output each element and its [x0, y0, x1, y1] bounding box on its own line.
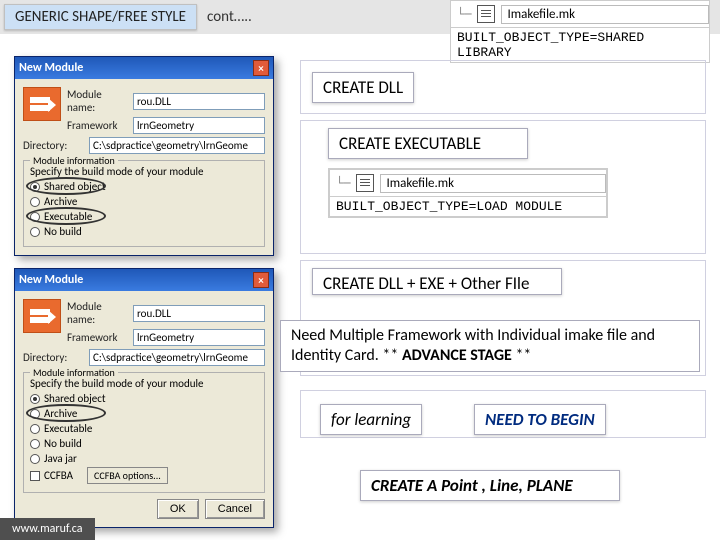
- close-icon[interactable]: ×: [253, 272, 269, 288]
- dialog1-fw-row: Framework lrnGeometry: [67, 117, 265, 134]
- dialog1-name-row: Module name: rou.DLL: [67, 88, 265, 114]
- directory-label: Directory:: [23, 139, 85, 152]
- create-dll-box: CREATE DLL: [312, 72, 414, 103]
- framework-input[interactable]: lrnGeometry: [133, 117, 265, 134]
- dialog2-title: New Module: [19, 273, 83, 287]
- radio-icon: [30, 227, 40, 237]
- dialog1-body: Module name: rou.DLL Framework lrnGeomet…: [15, 79, 273, 255]
- page-title-box: GENERIC SHAPE/FREE STYLE: [4, 4, 197, 30]
- highlight-circle-icon: [26, 207, 106, 225]
- for-learning-box: for learning: [320, 404, 422, 435]
- dialog1-dir-row: Directory: C:\sdpractice\geometry\lrnGeo…: [23, 137, 265, 154]
- advance-stage-note: Need Multiple Framework with Individual …: [280, 320, 700, 372]
- create-executable-box: CREATE EXECUTABLE: [328, 128, 528, 159]
- dialog2-fw-row: Framework lrnGeometry: [67, 329, 265, 346]
- tree-row: └─ Imakefile.mk: [329, 169, 607, 197]
- dialog2-titlebar: New Module ×: [15, 269, 273, 291]
- directory-label: Directory:: [23, 351, 85, 364]
- ok-button[interactable]: OK: [157, 499, 199, 519]
- imakefile-name: Imakefile.mk: [501, 5, 709, 24]
- radio-icon: [30, 197, 40, 207]
- dialog2-module-info: Module information Specify the build mod…: [23, 372, 265, 493]
- radio-icon: [30, 424, 40, 434]
- radio-icon: [30, 394, 40, 404]
- built-object-type-line: BUILT_OBJECT_TYPE=SHARED LIBRARY: [450, 28, 710, 63]
- module-info-title: Module information: [30, 366, 118, 379]
- cancel-button[interactable]: Cancel: [205, 499, 265, 519]
- need-to-begin-box: NEED TO BEGIN: [474, 404, 606, 435]
- footer-url: www.maruf.ca: [0, 518, 95, 540]
- radio-label: No build: [44, 225, 82, 238]
- radio-shared-object[interactable]: Shared object: [30, 180, 258, 193]
- radio-no-build[interactable]: No build: [30, 437, 258, 450]
- close-icon[interactable]: ×: [253, 60, 269, 76]
- imakefile-name: Imakefile.mk: [380, 174, 606, 193]
- radio-icon: [30, 439, 40, 449]
- directory-input[interactable]: C:\sdpractice\geometry\lrnGeome: [89, 137, 265, 154]
- built-object-type-line: BUILT_OBJECT_TYPE=LOAD MODULE: [329, 197, 607, 217]
- framework-label: Framework: [67, 331, 129, 344]
- ccfba-options-button[interactable]: CCFBA options...: [87, 467, 168, 484]
- file-icon: [356, 174, 374, 192]
- continued-label: cont…..: [207, 8, 252, 26]
- dialog1-module-info: Module information Specify the build mod…: [23, 160, 265, 247]
- radio-label: Java jar: [44, 452, 77, 465]
- imakefile-snippet-top: └─ Imakefile.mk BUILT_OBJECT_TYPE=SHARED…: [450, 0, 710, 63]
- framework-label: Framework: [67, 119, 129, 132]
- radio-icon: [30, 454, 40, 464]
- dialog2-buttons: OK Cancel: [23, 499, 265, 519]
- radio-label: CCFBA: [44, 469, 73, 482]
- directory-input[interactable]: C:\sdpractice\geometry\lrnGeome: [89, 349, 265, 366]
- module-name-label: Module name:: [67, 88, 129, 114]
- module-name-input[interactable]: rou.DLL: [133, 93, 265, 110]
- module-info-title: Module information: [30, 154, 118, 167]
- tree-connector: └─: [457, 7, 471, 21]
- tree-row: └─ Imakefile.mk: [450, 0, 710, 28]
- dialog2-dir-row: Directory: C:\sdpractice\geometry\lrnGeo…: [23, 349, 265, 366]
- module-name-input[interactable]: rou.DLL: [133, 305, 265, 322]
- dialog1-title: New Module: [19, 61, 83, 75]
- checkbox-icon: [30, 471, 40, 481]
- module-arrow-icon: [23, 299, 61, 333]
- tree-connector: └─: [336, 176, 350, 190]
- framework-input[interactable]: lrnGeometry: [133, 329, 265, 346]
- dialog2-name-row: Module name: rou.DLL: [67, 300, 265, 326]
- create-dll-exe-other-box: CREATE DLL + EXE + Other FIle: [312, 268, 562, 295]
- radio-executable[interactable]: Executable: [30, 422, 258, 435]
- radio-label: No build: [44, 437, 82, 450]
- imakefile-snippet-exe: └─ Imakefile.mk BUILT_OBJECT_TYPE=LOAD M…: [328, 168, 608, 218]
- create-point-line-plane-box: CREATE A Point , Line, PLANE: [360, 470, 620, 501]
- module-name-label: Module name:: [67, 300, 129, 326]
- highlight-circle-icon: [26, 404, 106, 422]
- radio-ccfba[interactable]: CCFBA CCFBA options...: [30, 467, 258, 484]
- highlight-circle-icon: [26, 177, 106, 195]
- new-module-dialog-1: New Module × Module name: rou.DLL Framew…: [14, 56, 274, 256]
- radio-executable[interactable]: Executable: [30, 210, 258, 223]
- need-tail: **: [512, 346, 532, 365]
- radio-label: Archive: [44, 195, 77, 208]
- file-icon: [477, 5, 495, 23]
- radio-label: Executable: [44, 422, 92, 435]
- advance-stage-label: ADVANCE STAGE: [402, 346, 512, 365]
- radio-java-jar[interactable]: Java jar: [30, 452, 258, 465]
- radio-no-build[interactable]: No build: [30, 225, 258, 238]
- new-module-dialog-2: New Module × Module name: rou.DLL Framew…: [14, 268, 274, 528]
- module-arrow-icon: [23, 87, 61, 121]
- dialog2-body: Module name: rou.DLL Framework lrnGeomet…: [15, 291, 273, 527]
- radio-archive[interactable]: Archive: [30, 407, 258, 420]
- radio-label: Shared object: [44, 392, 106, 405]
- dialog1-titlebar: New Module ×: [15, 57, 273, 79]
